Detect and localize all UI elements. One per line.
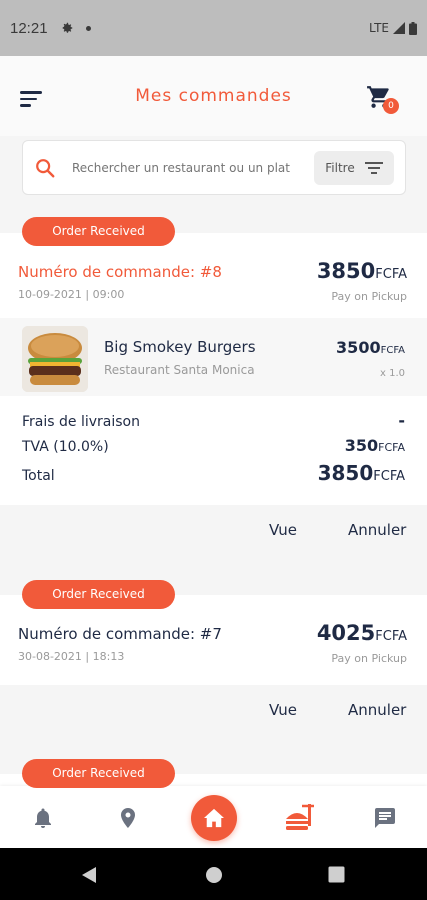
notification-dot-icon [85,25,91,31]
order-status-badge: Order Received [22,580,175,609]
filter-icon [364,161,383,174]
search-icon [36,158,55,177]
tax-row: TVA (10.0%) 350FCFA [22,436,405,455]
order-item-row: Big Smokey Burgers Restaurant Santa Moni… [0,318,427,396]
item-price: 3500FCFA [336,338,405,357]
cart-count-badge: 0 [383,98,399,114]
order-status-badge: Order Received [22,217,175,246]
system-navigation-bar [0,848,427,900]
bottom-navigation [0,786,427,848]
payment-method: Pay on Pickup [331,652,407,665]
order-total: 4025FCFA [316,621,407,645]
order-date: 10-09-2021 | 09:00 [18,288,125,301]
burger-image [22,326,88,392]
order-actions: Vue Annuler [0,505,427,555]
order-card: Numéro de commande: #8 10-09-2021 | 09:0… [0,233,427,505]
delivery-fee-row: Frais de livraison - [22,411,405,430]
food-icon[interactable] [284,802,316,832]
cancel-button[interactable]: Annuler [348,701,406,719]
order-status-badge: Order Received [22,759,175,788]
item-quantity: x 1.0 [380,368,405,379]
app-bar: Mes commandes 0 [0,56,427,136]
delivery-fee-label: Frais de livraison [22,414,140,430]
view-button[interactable]: Vue [269,701,297,719]
total-row: Total 3850FCFA [22,461,405,485]
delivery-fee-value: - [398,411,405,430]
settings-gear-icon [62,22,72,33]
tax-label: TVA (10.0%) [22,439,109,455]
payment-method: Pay on Pickup [331,290,407,303]
item-name: Big Smokey Burgers [104,338,256,356]
signal-icon [393,22,405,34]
battery-icon [409,21,417,35]
total-label: Total [22,468,55,484]
total-value: 3850FCFA [317,461,405,485]
cancel-button[interactable]: Annuler [348,521,406,539]
order-actions: Vue Annuler [0,685,427,735]
order-date: 30-08-2021 | 18:13 [18,650,125,663]
home-icon [204,808,224,828]
item-restaurant: Restaurant Santa Monica [104,363,255,377]
search-input[interactable] [72,160,304,175]
home-circle-icon[interactable] [205,866,223,884]
status-time: 12:21 [10,19,48,37]
recents-icon[interactable] [328,866,345,883]
order-number: Numéro de commande: #8 [18,263,222,281]
page-title: Mes commandes [135,86,292,106]
view-button[interactable]: Vue [269,521,297,539]
search-bar: Filtre [22,140,406,195]
back-icon[interactable] [80,866,98,884]
network-label: LTE [369,21,389,35]
location-pin-icon[interactable] [116,806,140,830]
status-right: LTE [369,21,417,35]
home-button[interactable] [191,795,237,841]
order-number: Numéro de commande: #7 [18,625,222,643]
cart-button[interactable]: 0 [365,84,401,114]
chat-icon[interactable] [373,806,397,830]
status-bar: 12:21 LTE [0,0,427,56]
bell-icon[interactable] [31,806,55,830]
tax-value: 350FCFA [344,436,405,455]
filter-label: Filtre [325,160,355,175]
filter-button[interactable]: Filtre [314,150,394,185]
order-total: 3850FCFA [316,259,407,283]
